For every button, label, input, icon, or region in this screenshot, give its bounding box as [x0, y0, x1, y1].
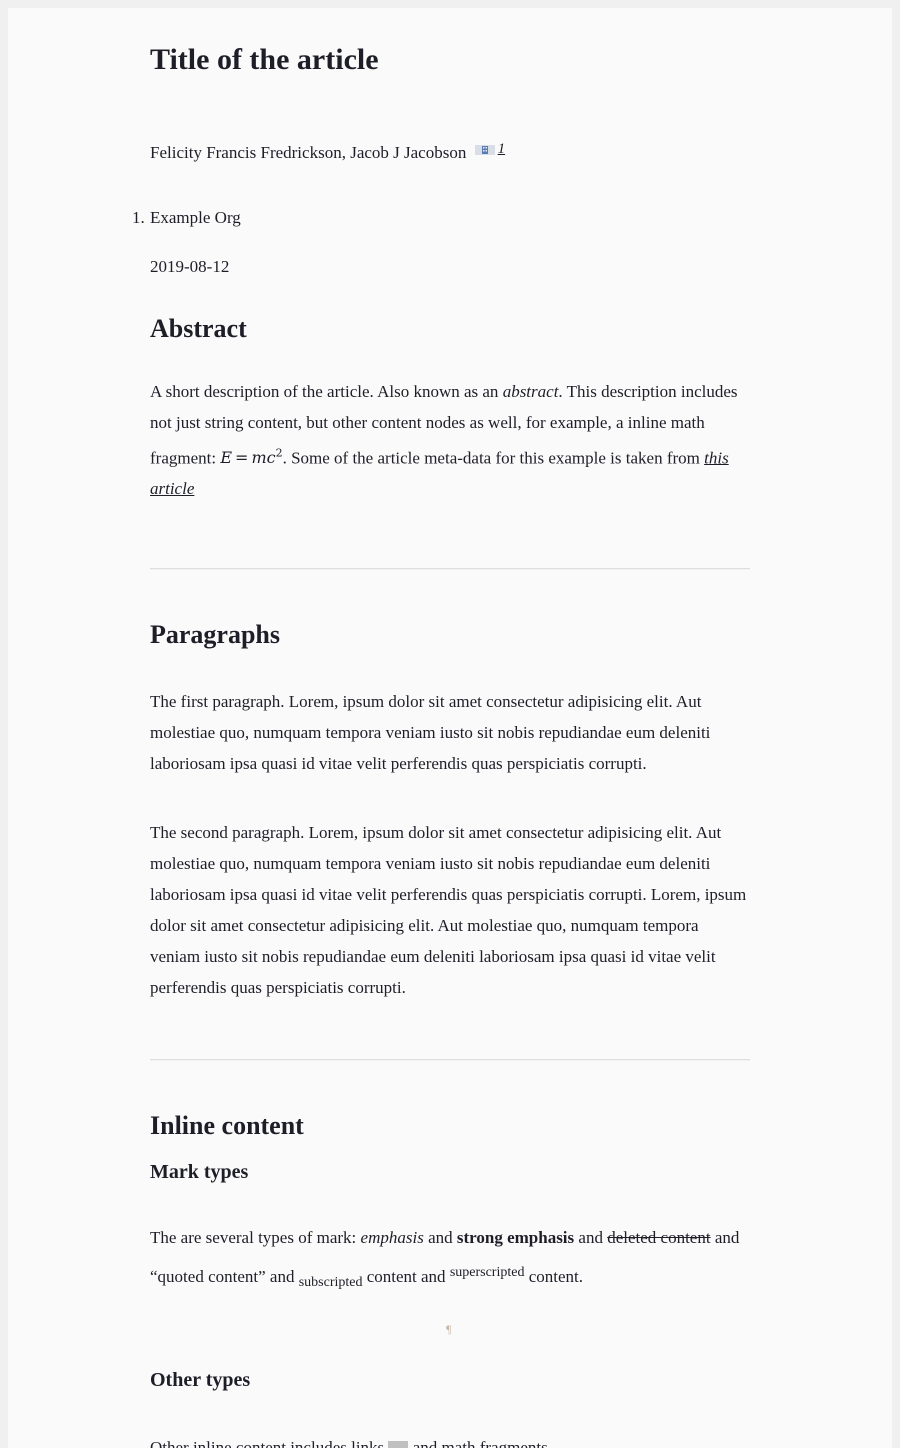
inline-content-heading: Inline content	[150, 1111, 304, 1140]
inline-math: E = mc2	[220, 447, 283, 468]
publication-date: 2019-08-12	[150, 257, 230, 276]
strong-text: strong emphasis	[456, 1228, 575, 1247]
abstract-text: . Some of the article meta-data for this…	[282, 448, 705, 468]
author-list: Felicity Francis Fredrickson, Jacob J Ja…	[150, 141, 505, 163]
pilcrow-icon[interactable]: ¶	[446, 1322, 451, 1337]
other-types-paragraph: Other inline content includes links and …	[150, 1432, 548, 1448]
author-separator: ,	[341, 143, 351, 162]
section-divider	[150, 1059, 750, 1061]
quoted-text: “quoted content”	[150, 1267, 266, 1286]
mark-types-paragraph: The are several types of mark: emphasis …	[150, 1228, 740, 1290]
affiliation-ref-link[interactable]: 1	[498, 141, 506, 157]
superscripted-text: superscripted	[449, 1265, 525, 1280]
affiliation-name: Example Org	[150, 208, 241, 227]
paragraph-first: The first paragraph. Lorem, ipsum dolor …	[150, 692, 711, 773]
affiliation-number: 1.	[132, 208, 145, 227]
affiliation-list: 1. Example Org	[132, 208, 241, 228]
emphasis-text: emphasis	[360, 1228, 424, 1247]
author-name[interactable]: Felicity Francis Fredrickson	[150, 143, 342, 162]
section-divider	[150, 568, 750, 570]
author-name[interactable]: Jacob J Jacobson	[350, 143, 466, 162]
abstract-heading: Abstract	[150, 314, 247, 343]
other-types-heading: Other types	[150, 1369, 251, 1391]
organization-icon	[474, 141, 495, 155]
paragraphs-heading: Paragraphs	[150, 620, 280, 649]
abstract-emphasis: abstract	[502, 382, 559, 401]
abstract-paragraph: A short description of the article. Also…	[150, 376, 750, 504]
mark-types-heading: Mark types	[150, 1161, 249, 1183]
deleted-text: deleted content	[607, 1228, 711, 1247]
image-icon	[388, 1441, 409, 1448]
abstract-text: A short description of the article. Also…	[150, 382, 503, 401]
article-page: Title of the article Felicity Francis Fr…	[8, 8, 892, 1448]
subscripted-text: subscripted	[298, 1275, 363, 1290]
article-title: Title of the article	[150, 43, 379, 76]
paragraph-second: The second paragraph. Lorem, ipsum dolor…	[150, 823, 747, 997]
